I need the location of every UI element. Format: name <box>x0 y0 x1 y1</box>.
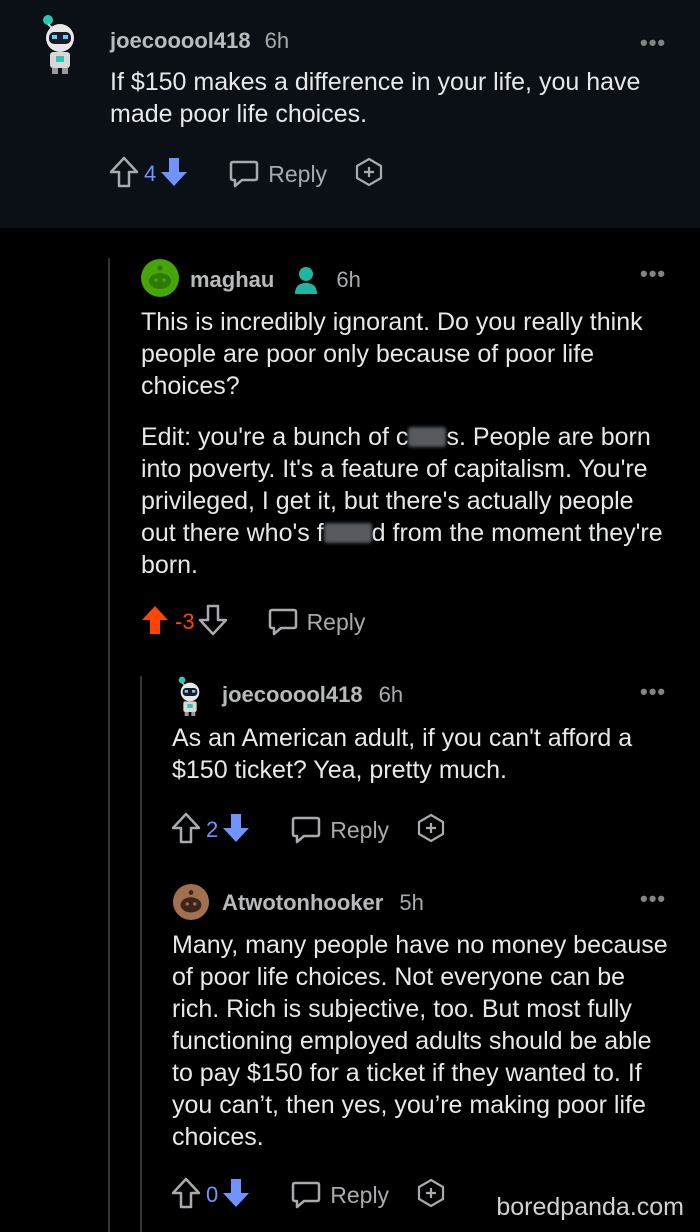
username[interactable]: maghau <box>190 267 274 293</box>
downvote-icon[interactable] <box>158 155 190 194</box>
reply-icon <box>292 816 321 844</box>
user-badge-icon <box>292 265 320 295</box>
comment-edit-text: Edit: you're a bunch of c s. People are b… <box>141 423 663 579</box>
snoo-avatar[interactable] <box>172 883 210 926</box>
username[interactable]: joecooool418 <box>110 28 251 54</box>
reply-button[interactable]: Reply <box>267 607 366 637</box>
timestamp: 6h <box>378 682 404 707</box>
vote-count: 0 <box>206 1182 219 1207</box>
comment-header: joecooool418 6h <box>222 682 403 708</box>
reply-button[interactable]: Reply <box>290 1180 389 1210</box>
timestamp: 6h <box>336 267 361 292</box>
more-options-icon[interactable]: ••• <box>640 261 666 287</box>
comment-header: joecooool418 6h <box>110 28 289 54</box>
downvote-icon[interactable] <box>220 811 252 850</box>
comment-header: Atwotonhooker 5h <box>222 890 424 916</box>
username[interactable]: joecooool418 <box>222 682 363 708</box>
comment-body: If $150 makes a difference in your life,… <box>110 66 670 130</box>
comment-actions: 4 Reply <box>108 154 385 194</box>
reply-button[interactable]: Reply <box>228 159 327 189</box>
upvote-icon[interactable] <box>139 603 171 642</box>
downvote-icon[interactable] <box>220 1176 252 1215</box>
comment-text: As an American adult, if you can't affor… <box>172 724 633 784</box>
vote-count: -3 <box>175 609 195 634</box>
award-icon[interactable] <box>353 156 385 193</box>
reply-label: Reply <box>268 160 328 187</box>
comment-actions: 2 Reply <box>170 810 447 850</box>
watermark: boredpanda.com <box>496 1193 684 1221</box>
username[interactable]: Atwotonhooker <box>222 890 383 916</box>
robot-avatar[interactable] <box>172 676 208 721</box>
thread-line-level-2[interactable] <box>140 676 142 1232</box>
thread-line-level-1[interactable] <box>108 258 110 1232</box>
censor-blur <box>408 427 447 447</box>
comment-body: This is incredibly ignorant. Do you real… <box>141 306 671 581</box>
comment-body: As an American adult, if you can't affor… <box>172 722 672 786</box>
downvote-icon[interactable] <box>197 603 229 642</box>
reply-icon <box>292 1181 321 1209</box>
reply-icon <box>230 160 259 188</box>
comment-actions: -3 Reply <box>139 602 365 642</box>
comment-actions: 0 Reply <box>170 1175 447 1215</box>
more-options-icon[interactable]: ••• <box>640 886 666 912</box>
vote-count: 2 <box>206 817 219 842</box>
snoo-avatar[interactable] <box>140 258 180 303</box>
reply-label: Reply <box>306 608 366 635</box>
comment-text: Many, many people have no money because … <box>172 931 668 1151</box>
censor-blur <box>323 523 372 543</box>
comment-text: If $150 makes a difference in your life,… <box>110 68 641 128</box>
award-icon[interactable] <box>415 812 447 849</box>
robot-avatar[interactable] <box>34 14 86 79</box>
timestamp: 5h <box>399 890 424 915</box>
reply-icon <box>268 608 297 636</box>
comment-body: Many, many people have no money because … <box>172 929 677 1153</box>
comment-text: This is incredibly ignorant. Do you real… <box>141 308 643 400</box>
reply-button[interactable]: Reply <box>290 815 389 845</box>
reply-label: Reply <box>330 1181 390 1208</box>
reply-label: Reply <box>330 816 390 843</box>
timestamp: 6h <box>264 28 290 53</box>
upvote-icon[interactable] <box>170 811 202 850</box>
comment-header: maghau 6h <box>190 265 361 295</box>
more-options-icon[interactable]: ••• <box>640 679 666 705</box>
upvote-icon[interactable] <box>108 155 140 194</box>
upvote-icon[interactable] <box>170 1176 202 1215</box>
vote-count: 4 <box>144 161 157 186</box>
award-icon[interactable] <box>415 1177 447 1214</box>
more-options-icon[interactable]: ••• <box>640 30 666 56</box>
